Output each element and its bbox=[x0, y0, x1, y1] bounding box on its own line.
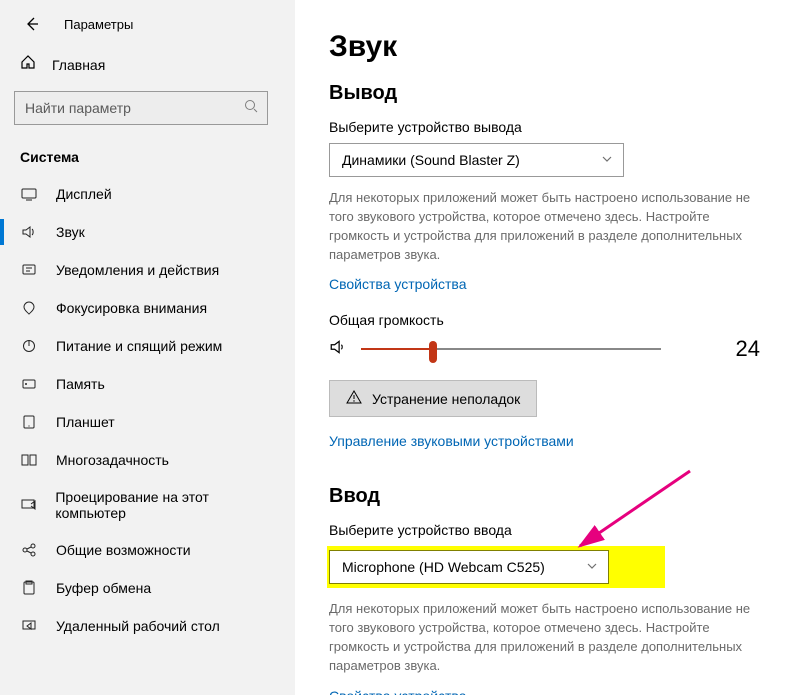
input-props-link[interactable]: Свойства устройства bbox=[329, 688, 467, 695]
chevron-down-icon bbox=[586, 559, 598, 575]
output-desc: Для некоторых приложений может быть наст… bbox=[329, 189, 766, 264]
input-device-dropdown[interactable]: Microphone (HD Webcam C525) bbox=[329, 550, 609, 584]
search-input[interactable]: Найти параметр bbox=[14, 91, 268, 125]
volume-slider[interactable] bbox=[361, 339, 661, 359]
output-props-link[interactable]: Свойства устройства bbox=[329, 276, 467, 292]
nav-item-storage[interactable]: Память bbox=[0, 365, 295, 403]
page-title: Звук bbox=[329, 30, 766, 64]
nav-item-multitask[interactable]: Многозадачность bbox=[0, 441, 295, 479]
nav-item-notifications[interactable]: Уведомления и действия bbox=[0, 251, 295, 289]
volume-value: 24 bbox=[736, 336, 766, 362]
multitask-icon bbox=[20, 451, 38, 469]
nav-home[interactable]: Главная bbox=[0, 44, 295, 85]
output-device-value: Динамики (Sound Blaster Z) bbox=[342, 152, 520, 168]
warning-icon bbox=[346, 389, 362, 408]
back-button[interactable] bbox=[24, 16, 40, 32]
shared-icon bbox=[20, 541, 38, 559]
troubleshoot-button[interactable]: Устранение неполадок bbox=[329, 380, 537, 417]
output-device-dropdown[interactable]: Динамики (Sound Blaster Z) bbox=[329, 143, 624, 177]
home-icon bbox=[20, 54, 36, 75]
power-icon bbox=[20, 337, 38, 355]
project-icon bbox=[20, 496, 37, 514]
input-heading: Ввод bbox=[329, 485, 766, 508]
input-device-value: Microphone (HD Webcam C525) bbox=[342, 559, 545, 575]
nav-item-display[interactable]: Дисплей bbox=[0, 175, 295, 213]
nav-item-power[interactable]: Питание и спящий режим bbox=[0, 327, 295, 365]
display-icon bbox=[20, 185, 38, 203]
clipboard-icon bbox=[20, 579, 38, 597]
annotation-highlight: Microphone (HD Webcam C525) bbox=[327, 546, 665, 588]
storage-icon bbox=[20, 375, 38, 393]
nav-item-projecting[interactable]: Проецирование на этот компьютер bbox=[0, 479, 295, 531]
remote-icon bbox=[20, 617, 38, 635]
nav-item-tablet[interactable]: Планшет bbox=[0, 403, 295, 441]
tablet-icon bbox=[20, 413, 38, 431]
nav-section-label: Система bbox=[0, 131, 295, 175]
nav-item-remote[interactable]: Удаленный рабочий стол bbox=[0, 607, 295, 645]
nav-item-shared[interactable]: Общие возможности bbox=[0, 531, 295, 569]
window-title: Параметры bbox=[64, 17, 133, 32]
focus-icon bbox=[20, 299, 38, 317]
output-heading: Вывод bbox=[329, 82, 766, 105]
search-placeholder: Найти параметр bbox=[25, 100, 131, 116]
notifications-icon bbox=[20, 261, 38, 279]
input-select-label: Выберите устройство ввода bbox=[329, 522, 766, 538]
settings-content: Звук Вывод Выберите устройство вывода Ди… bbox=[295, 0, 800, 695]
sound-icon bbox=[20, 223, 38, 241]
input-desc: Для некоторых приложений может быть наст… bbox=[329, 600, 766, 675]
nav-home-label: Главная bbox=[52, 57, 105, 73]
output-select-label: Выберите устройство вывода bbox=[329, 119, 766, 135]
nav-item-focus[interactable]: Фокусировка внимания bbox=[0, 289, 295, 327]
speaker-icon[interactable] bbox=[329, 338, 347, 361]
search-icon bbox=[243, 98, 259, 119]
nav-item-sound[interactable]: Звук bbox=[0, 213, 295, 251]
nav-item-clipboard[interactable]: Буфер обмена bbox=[0, 569, 295, 607]
volume-label: Общая громкость bbox=[329, 312, 766, 328]
manage-devices-link[interactable]: Управление звуковыми устройствами bbox=[329, 433, 574, 449]
settings-sidebar: Параметры Главная Найти параметр Система… bbox=[0, 0, 295, 695]
chevron-down-icon bbox=[601, 152, 613, 168]
